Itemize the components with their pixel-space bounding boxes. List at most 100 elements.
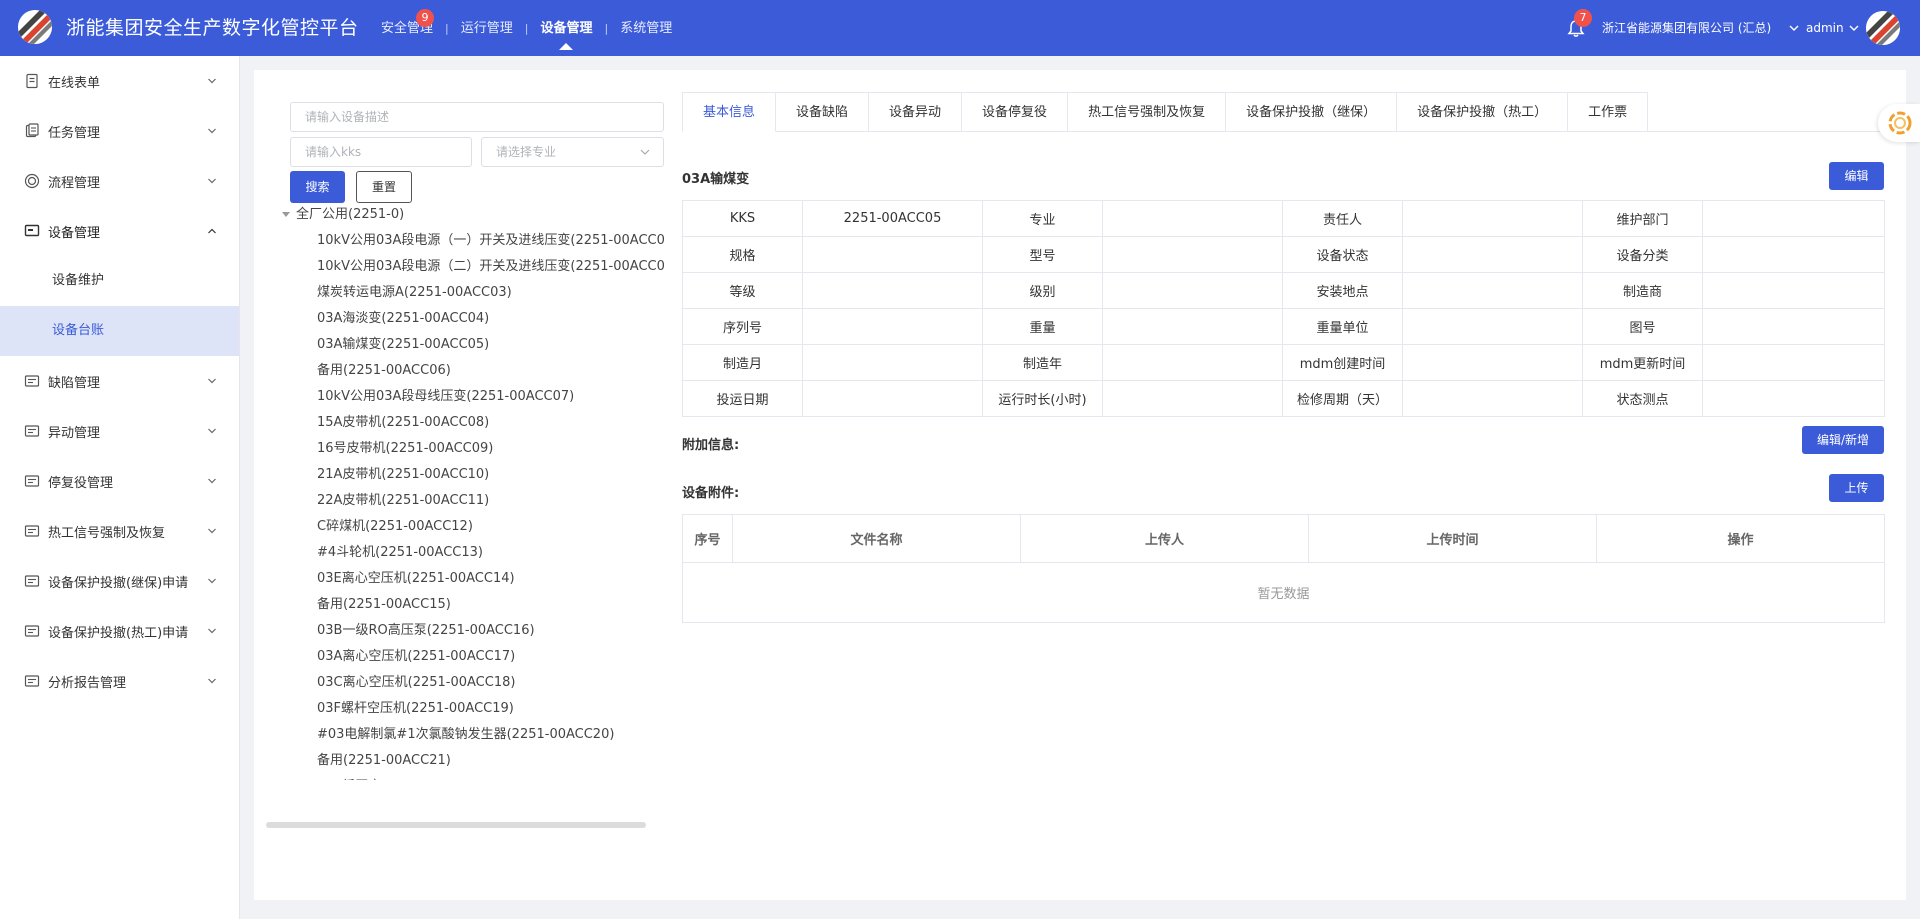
sidebar-item-protection-relay[interactable]: 设备保护投撤(继保)申请 [0, 556, 239, 606]
empty-text: 暂无数据 [682, 562, 1885, 623]
outage-icon [24, 475, 40, 487]
nav-divider: | [604, 21, 609, 35]
tab-device-defects[interactable]: 设备缺陷 [776, 92, 870, 132]
tree-node[interactable]: 03A海淡变(2251-00ACC04) [280, 306, 664, 332]
tree-node[interactable]: 03E离心空压机(2251-00ACC14) [280, 566, 664, 592]
field-value [1702, 344, 1885, 381]
tree-node[interactable]: #03电解制氯#1次氯酸钠发生器(2251-00ACC20) [280, 722, 664, 748]
detail-tabs: 基本信息 设备缺陷 设备异动 设备停复役 热工信号强制及恢复 设备保护投撤（继保… [682, 92, 1884, 132]
tree-node[interactable]: 03B一级RO高压泵(2251-00ACC16) [280, 618, 664, 644]
field-label: 安装地点 [1282, 272, 1403, 309]
chevron-down-icon[interactable] [1848, 22, 1860, 34]
top-nav: 安全管理 9 | 运行管理 | 设备管理 | 系统管理 [372, 0, 681, 56]
user-menu[interactable]: admin [1806, 0, 1844, 56]
chevron-down-icon [208, 478, 216, 484]
chevron-down-icon[interactable] [1788, 22, 1800, 34]
sidebar-subitem-device-ledger[interactable]: 设备台账 [0, 306, 239, 356]
tree-node[interactable]: 15A皮带机(2251-00ACC08) [280, 410, 664, 436]
tab-protection-thermal[interactable]: 设备保护投撤（热工） [1397, 92, 1569, 132]
device-tree[interactable]: 全厂公用(2251-0) 10kV公用03A段电源（一）开关及进线压变(2251… [280, 202, 664, 780]
nav-divider: | [445, 21, 449, 35]
sidebar-item-label: 设备保护投撤(继保)申请 [48, 575, 189, 591]
company-selector[interactable]: 浙江省能源集团有限公司 (汇总) [1602, 0, 1771, 56]
sidebar-item-defect-management[interactable]: 缺陷管理 [0, 356, 239, 406]
tree-node[interactable]: 03F螺杆空压机(2251-00ACC19) [280, 696, 664, 722]
tree-node[interactable]: 21A皮带机(2251-00ACC10) [280, 462, 664, 488]
floating-assistant-button[interactable] [1878, 104, 1920, 142]
nav-device-management[interactable]: 设备管理 [531, 0, 601, 56]
column-header: 上传时间 [1308, 514, 1597, 563]
device-desc-input[interactable]: 请输入设备描述 [290, 102, 664, 132]
field-label: KKS [682, 200, 803, 237]
tree-node[interactable]: #4斗轮机(2251-00ACC13) [280, 540, 664, 566]
field-label: 重量单位 [1282, 308, 1403, 345]
device-name-title: 03A输煤变 [682, 172, 750, 187]
tab-device-outage[interactable]: 设备停复役 [962, 92, 1069, 132]
tree-node[interactable]: C碎煤机(2251-00ACC12) [280, 514, 664, 540]
info-row: 规格 型号 设备状态 设备分类 [682, 236, 1885, 273]
tab-work-ticket[interactable]: 工作票 [1568, 92, 1649, 132]
sidebar-item-change-management[interactable]: 异动管理 [0, 406, 239, 456]
attachments-label: 设备附件: [682, 486, 740, 501]
attachments-header-row: 序号 文件名称 上传人 上传时间 操作 [682, 514, 1885, 563]
sidebar-subitem-device-maintenance[interactable]: 设备维护 [0, 256, 239, 306]
caret-down-icon [282, 211, 290, 217]
nav-safety-management[interactable]: 安全管理 9 [372, 0, 442, 56]
nav-divider: | [524, 21, 529, 35]
upload-button[interactable]: 上传 [1829, 474, 1884, 502]
tab-basic-info[interactable]: 基本信息 [682, 92, 777, 132]
sidebar-item-device-management[interactable]: 设备管理 [0, 206, 239, 256]
tree-node[interactable]: 03A循泵变(2251-00ACC22) [280, 774, 664, 780]
avatar[interactable] [1866, 11, 1900, 45]
tree-node[interactable]: 16号皮带机(2251-00ACC09) [280, 436, 664, 462]
sidebar-item-online-form[interactable]: 在线表单 [0, 56, 239, 106]
reset-button[interactable]: 重置 [356, 171, 412, 203]
field-value [1402, 200, 1583, 237]
field-value [1402, 272, 1583, 309]
edit-button[interactable]: 编辑 [1829, 162, 1884, 190]
nav-system-management[interactable]: 系统管理 [611, 0, 681, 56]
field-value [1402, 308, 1583, 345]
major-select[interactable]: 请选择专业 [481, 137, 664, 167]
sidebar-item-process-management[interactable]: 流程管理 [0, 156, 239, 206]
tree-root-node[interactable]: 全厂公用(2251-0) [280, 202, 664, 228]
tree-node[interactable]: 10kV公用03A段电源（一）开关及进线压变(2251-00ACC01) [280, 228, 664, 254]
search-button[interactable]: 搜索 [290, 171, 345, 203]
tree-node[interactable]: 22A皮带机(2251-00ACC11) [280, 488, 664, 514]
form-icon [26, 73, 38, 89]
field-label: 型号 [982, 236, 1103, 273]
tab-device-changes[interactable]: 设备异动 [869, 92, 963, 132]
column-header: 文件名称 [732, 514, 1021, 563]
notification-bell[interactable]: 7 [1566, 9, 1592, 40]
sidebar-item-task-management[interactable]: 任务管理 [0, 106, 239, 156]
field-label: 设备状态 [1282, 236, 1403, 273]
tree-node[interactable]: 煤炭转运电源A(2251-00ACC03) [280, 280, 664, 306]
tree-node[interactable]: 备用(2251-00ACC21) [280, 748, 664, 774]
chevron-down-icon [208, 578, 216, 584]
field-value [1102, 380, 1283, 417]
nav-label: 设备管理 [540, 21, 593, 36]
tree-node[interactable]: 03A输煤变(2251-00ACC05) [280, 332, 664, 358]
tab-protection-relay[interactable]: 设备保护投撤（继保） [1226, 92, 1398, 132]
tree-node[interactable]: 备用(2251-00ACC06) [280, 358, 664, 384]
tree-horizontal-scrollbar[interactable] [266, 822, 646, 828]
sidebar-item-analysis-report[interactable]: 分析报告管理 [0, 656, 239, 706]
field-value [1702, 380, 1885, 417]
field-label: 级别 [982, 272, 1103, 309]
field-label: 等级 [682, 272, 803, 309]
tree-node[interactable]: 备用(2251-00ACC15) [280, 592, 664, 618]
nav-operation-management[interactable]: 运行管理 [452, 0, 522, 56]
sidebar-item-outage-management[interactable]: 停复役管理 [0, 456, 239, 506]
sidebar-item-thermal-signal[interactable]: 热工信号强制及恢复 [0, 506, 239, 556]
report-icon [24, 675, 40, 687]
tab-thermal-signal[interactable]: 热工信号强制及恢复 [1068, 92, 1227, 132]
tree-node[interactable]: 10kV公用03A段电源（二）开关及进线压变(2251-00ACC02) [280, 254, 664, 280]
sidebar-item-protection-thermal[interactable]: 设备保护投撤(热工)申请 [0, 606, 239, 656]
tree-node[interactable]: 03A离心空压机(2251-00ACC17) [280, 644, 664, 670]
edit-add-button[interactable]: 编辑/新增 [1802, 426, 1884, 454]
tree-node[interactable]: 03C离心空压机(2251-00ACC18) [280, 670, 664, 696]
tree-node[interactable]: 10kV公用03A段母线压变(2251-00ACC07) [280, 384, 664, 410]
logo-icon [18, 10, 52, 44]
kks-input[interactable]: 请输入kks [290, 137, 472, 167]
field-value [1102, 200, 1283, 237]
